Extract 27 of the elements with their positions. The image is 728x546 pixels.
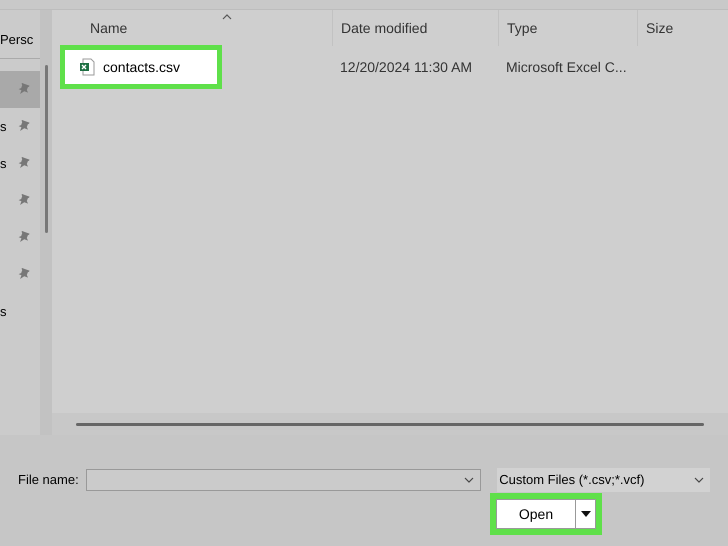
- file-type-dropdown[interactable]: Custom Files (*.csv;*.vcf): [497, 468, 710, 492]
- table-cell-text: Microsoft Excel C...: [505, 58, 628, 76]
- sidebar-item[interactable]: [0, 71, 40, 108]
- open-button[interactable]: Open: [496, 499, 576, 529]
- pin-icon: [18, 268, 30, 280]
- sort-caret-icon: [222, 14, 232, 20]
- chevron-down-icon: [464, 477, 474, 483]
- column-header[interactable]: Date modified: [332, 10, 498, 46]
- pin-icon: [18, 157, 30, 169]
- column-header[interactable]: Size: [637, 10, 697, 46]
- scrollbar-thumb[interactable]: [44, 65, 48, 233]
- open-dropdown-button[interactable]: [576, 499, 596, 529]
- pin-icon: [18, 83, 30, 95]
- horizontal-scrollbar[interactable]: [76, 422, 704, 426]
- file-name-field[interactable]: [86, 469, 482, 491]
- file-name-label: File name:: [18, 471, 80, 490]
- pin-icon: [18, 120, 30, 132]
- caret-down-icon: [580, 511, 590, 517]
- column-header[interactable]: Type: [498, 10, 637, 46]
- file-name-cell[interactable]: contacts.csv: [60, 45, 222, 89]
- pin-icon: [18, 194, 30, 206]
- file-name: contacts.csv: [103, 58, 180, 76]
- column-header[interactable]: Name: [52, 10, 332, 46]
- spreadsheet-file-icon: [79, 58, 95, 76]
- chevron-down-icon: [694, 477, 704, 483]
- table-cell-text: 12/20/2024 11:30 AM: [339, 58, 474, 76]
- pin-icon: [18, 231, 30, 243]
